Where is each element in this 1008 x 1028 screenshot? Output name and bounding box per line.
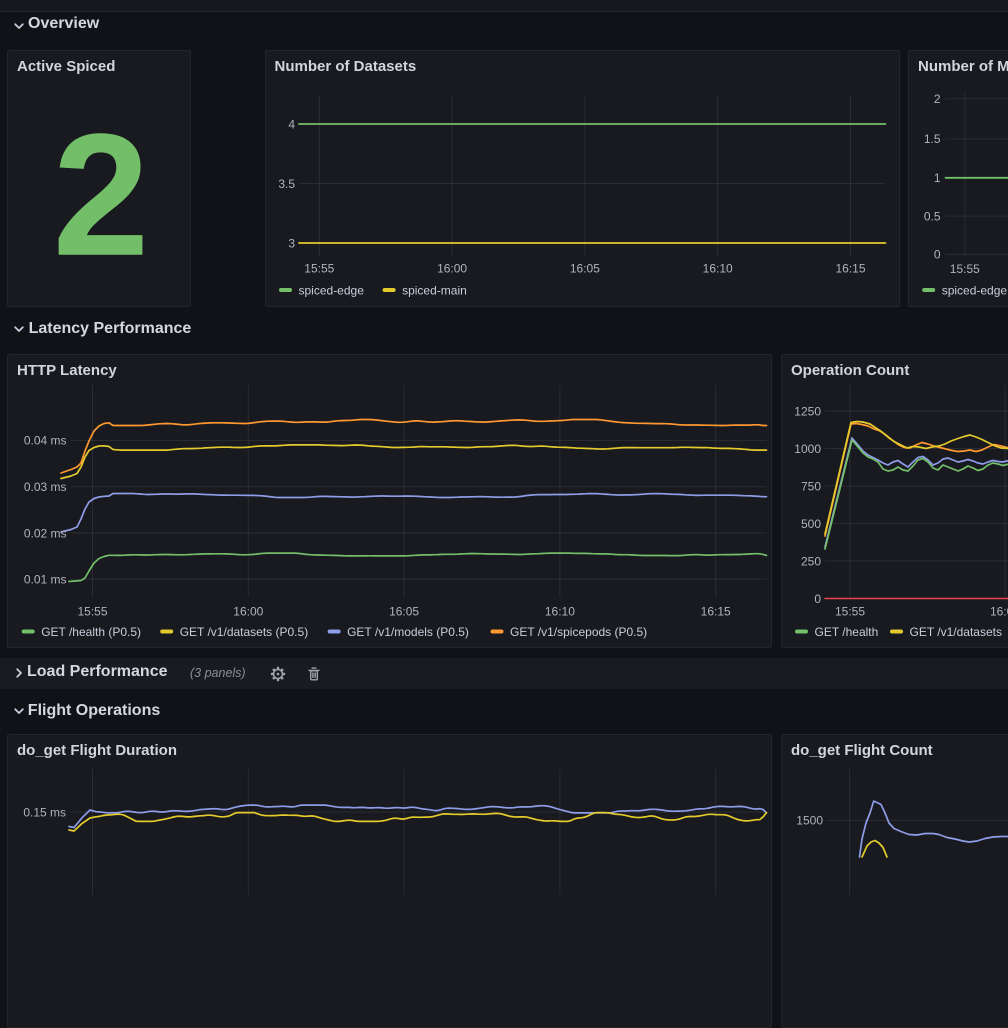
svg-text:15:55: 15:55 — [304, 261, 334, 275]
svg-text:spiced-main: spiced-main — [402, 283, 467, 297]
svg-text:15:55: 15:55 — [77, 604, 107, 618]
svg-text:spiced-edge: spiced-edge — [298, 283, 364, 297]
svg-text:250: 250 — [801, 554, 821, 568]
svg-text:0.5: 0.5 — [924, 209, 941, 223]
svg-text:3.5: 3.5 — [278, 177, 295, 191]
svg-text:0.03 ms: 0.03 ms — [24, 480, 67, 494]
svg-text:16:15: 16:15 — [835, 261, 865, 275]
svg-text:2: 2 — [53, 97, 150, 292]
svg-text:16:05: 16:05 — [569, 261, 599, 275]
svg-text:16:05: 16:05 — [389, 604, 419, 618]
svg-text:15:55: 15:55 — [835, 604, 865, 618]
svg-text:16:00: 16:00 — [233, 604, 263, 618]
svg-text:4: 4 — [288, 117, 295, 131]
svg-text:15:55: 15:55 — [950, 262, 980, 276]
svg-text:0.15 ms: 0.15 ms — [23, 805, 66, 819]
svg-text:16:15: 16:15 — [701, 604, 731, 618]
svg-text:16:10: 16:10 — [702, 261, 732, 275]
svg-text:spiced-edge: spiced-edge — [942, 283, 1008, 297]
svg-text:1.5: 1.5 — [924, 132, 941, 146]
svg-text:GET /health (P0.5): GET /health (P0.5) — [41, 625, 141, 639]
svg-text:0.04 ms: 0.04 ms — [24, 434, 67, 448]
svg-text:750: 750 — [801, 479, 821, 493]
svg-text:GET /health: GET /health — [815, 625, 879, 639]
svg-text:1250: 1250 — [794, 404, 821, 418]
svg-text:1000: 1000 — [794, 442, 821, 456]
svg-text:2: 2 — [934, 92, 941, 106]
svg-text:16:10: 16:10 — [545, 604, 575, 618]
svg-text:0: 0 — [934, 248, 941, 262]
svg-text:500: 500 — [801, 517, 821, 531]
svg-text:1500: 1500 — [796, 814, 823, 828]
svg-text:0.02 ms: 0.02 ms — [24, 526, 67, 540]
svg-text:16:00: 16:00 — [437, 261, 467, 275]
svg-text:1: 1 — [934, 171, 941, 185]
svg-text:0.01 ms: 0.01 ms — [24, 572, 67, 586]
svg-text:0: 0 — [814, 592, 821, 606]
svg-text:3: 3 — [288, 236, 295, 250]
svg-text:GET /v1/datasets (P0.5): GET /v1/datasets (P0.5) — [180, 625, 309, 639]
svg-text:GET /v1/models (P0.5): GET /v1/models (P0.5) — [347, 625, 469, 639]
svg-text:GET /v1/spicepods (P0.5): GET /v1/spicepods (P0.5) — [510, 625, 647, 639]
svg-text:GET /v1/datasets: GET /v1/datasets — [910, 625, 1003, 639]
svg-text:16:00: 16:00 — [990, 604, 1008, 618]
